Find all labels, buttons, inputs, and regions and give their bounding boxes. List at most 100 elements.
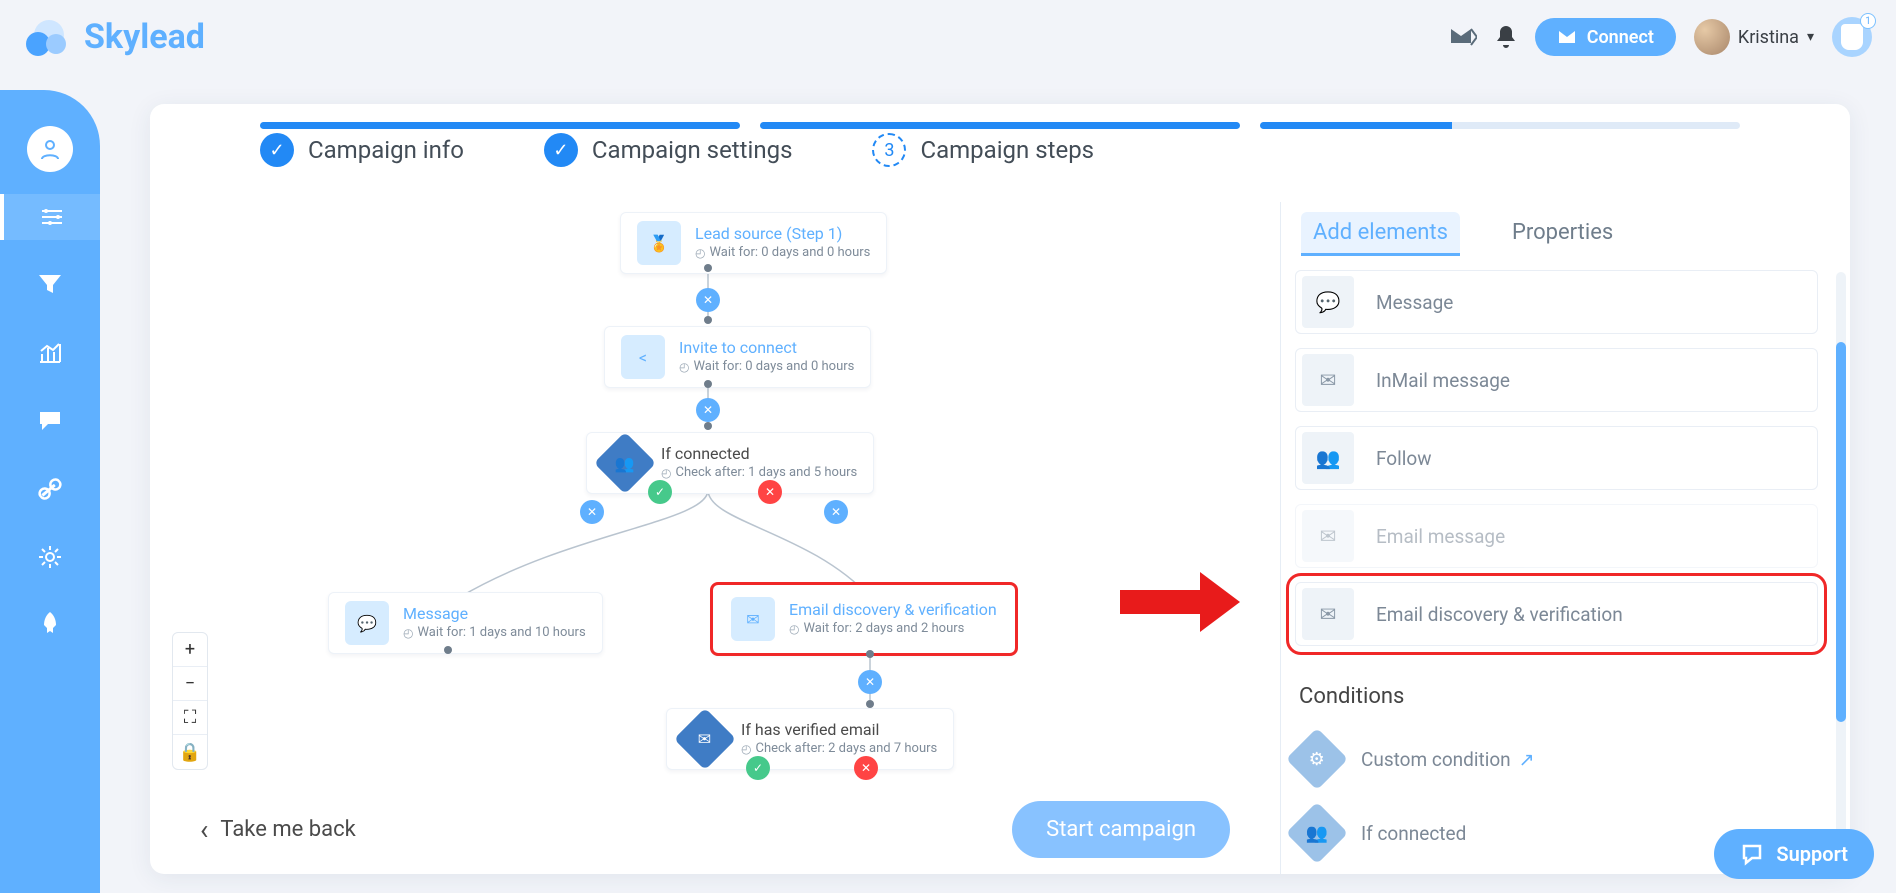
element-label: Email discovery & verification <box>1376 603 1623 626</box>
discover-icon: ✉ <box>1302 588 1354 640</box>
element-label: Email message <box>1376 525 1505 548</box>
sidebar-item-profile[interactable] <box>27 126 73 172</box>
check-icon: ✓ <box>260 133 294 167</box>
back-label: Take me back <box>220 817 355 842</box>
sidebar-item-filter[interactable] <box>27 262 73 308</box>
condition-custom[interactable]: ⚙ Custom condition ↗ <box>1295 729 1818 789</box>
connector-dot <box>444 646 452 654</box>
element-label: Follow <box>1376 447 1432 470</box>
sidebar-item-links[interactable] <box>27 466 73 512</box>
element-follow[interactable]: 👥 Follow <box>1295 426 1818 490</box>
message-icon: 💬 <box>345 601 389 645</box>
tab-add-elements[interactable]: Add elements <box>1301 212 1460 256</box>
zoom-in-button[interactable]: + <box>173 633 207 667</box>
brand-name: Skylead <box>84 17 205 57</box>
fit-screen-button[interactable]: ⛶ <box>173 701 207 735</box>
notifications-icon[interactable] <box>1495 24 1517 50</box>
node-lead-source[interactable]: 🏅 Lead source (Step 1) Wait for: 0 days … <box>620 212 887 274</box>
node-title: If has verified email <box>741 720 937 741</box>
brand-logo[interactable]: Skylead <box>24 14 205 60</box>
node-if-connected[interactable]: 👥 If connected Check after: 1 days and 5… <box>586 432 874 494</box>
remove-connector-button[interactable]: ✕ <box>858 670 882 694</box>
connector-dot <box>704 264 712 272</box>
connector-dot <box>866 650 874 658</box>
element-inmail[interactable]: ✉ InMail message <box>1295 348 1818 412</box>
no-branch-icon: ✕ <box>854 756 878 780</box>
yes-branch-icon: ✓ <box>648 480 672 504</box>
node-message[interactable]: 💬 Message Wait for: 1 days and 10 hours <box>328 592 603 654</box>
element-message[interactable]: 💬 Message <box>1295 270 1818 334</box>
node-subtitle: Check after: 2 days and 7 hours <box>741 741 937 758</box>
follow-icon: 👥 <box>1302 432 1354 484</box>
canvas-zoom-controls: + − ⛶ 🔒 <box>172 632 208 770</box>
connector-dot <box>704 316 712 324</box>
support-button[interactable]: Support <box>1714 829 1874 879</box>
elements-panel: Add elements Properties 💬 Message ✉ InMa… <box>1280 202 1850 874</box>
connector-dot <box>704 422 712 430</box>
no-branch-icon: ✕ <box>758 480 782 504</box>
node-title: Email discovery & verification <box>789 600 997 621</box>
people-icon: 👥 <box>1286 802 1348 864</box>
sidebar-item-launch[interactable] <box>27 602 73 648</box>
sidebar-item-chat[interactable] <box>27 398 73 444</box>
bar-1 <box>260 122 740 129</box>
sidebar-item-settings[interactable] <box>0 194 100 240</box>
chevron-left-icon: ‹ <box>200 813 208 846</box>
remove-connector-button[interactable]: ✕ <box>580 500 604 524</box>
node-invite-to-connect[interactable]: < Invite to connect Wait for: 0 days and… <box>604 326 871 388</box>
app-header: Skylead Connect Kristina ▾ 1 <box>0 0 1896 74</box>
sidebar-item-config[interactable] <box>27 534 73 580</box>
progress-bars <box>150 104 1850 133</box>
send-mail-icon[interactable] <box>1449 26 1477 48</box>
callout-arrow-icon <box>1120 572 1240 632</box>
remove-connector-button[interactable]: ✕ <box>824 500 848 524</box>
node-email-discovery[interactable]: ✉ Email discovery & verification Wait fo… <box>712 584 1016 654</box>
step-label: Campaign steps <box>920 136 1094 164</box>
bar-2 <box>760 122 1240 129</box>
account-badge[interactable]: 1 <box>1832 17 1872 57</box>
user-menu[interactable]: Kristina ▾ <box>1694 19 1814 55</box>
element-email-discovery[interactable]: ✉ Email discovery & verification <box>1295 582 1818 646</box>
connect-button[interactable]: Connect <box>1535 18 1676 56</box>
node-title: If connected <box>661 444 857 465</box>
tab-properties[interactable]: Properties <box>1500 212 1625 256</box>
external-link-icon[interactable]: ↗ <box>1519 748 1535 771</box>
step-label: Campaign info <box>308 136 464 164</box>
element-label: Message <box>1376 291 1453 314</box>
node-if-verified-email[interactable]: ✉ If has verified email Check after: 2 d… <box>666 708 954 770</box>
remove-connector-button[interactable]: ✕ <box>696 288 720 312</box>
node-subtitle: Wait for: 2 days and 2 hours <box>789 621 997 638</box>
lock-canvas-button[interactable]: 🔒 <box>173 735 207 769</box>
inmail-icon: ✉ <box>1302 354 1354 406</box>
step-campaign-info[interactable]: ✓ Campaign info <box>260 133 464 167</box>
envelope-icon <box>1557 29 1577 45</box>
node-subtitle: Check after: 1 days and 5 hours <box>661 465 857 482</box>
step-label: Campaign settings <box>592 136 793 164</box>
panel-scrollbar-thumb[interactable] <box>1836 342 1846 722</box>
element-label: InMail message <box>1376 369 1510 392</box>
check-icon: ✓ <box>544 133 578 167</box>
step-number: 3 <box>872 133 906 167</box>
node-title: Invite to connect <box>679 338 854 359</box>
element-email-message[interactable]: ✉ Email message <box>1295 504 1818 568</box>
connector-dot <box>866 700 874 708</box>
zoom-out-button[interactable]: − <box>173 667 207 701</box>
user-name: Kristina <box>1738 27 1799 48</box>
decision-icon: 👥 <box>594 432 656 494</box>
step-campaign-steps[interactable]: 3 Campaign steps <box>872 133 1094 167</box>
sidebar-item-analytics[interactable] <box>27 330 73 376</box>
node-title: Lead source (Step 1) <box>695 224 870 245</box>
wizard-footer: ‹ Take me back Start campaign <box>150 784 1280 874</box>
flow-canvas[interactable]: 🏅 Lead source (Step 1) Wait for: 0 days … <box>150 202 1280 874</box>
main-card: ✓ Campaign info ✓ Campaign settings 3 Ca… <box>150 104 1850 874</box>
node-title: Message <box>403 604 586 625</box>
connect-label: Connect <box>1587 27 1654 48</box>
conditions-heading: Conditions <box>1299 684 1814 709</box>
share-icon: < <box>621 335 665 379</box>
back-button[interactable]: ‹ Take me back <box>200 813 356 846</box>
message-icon: 💬 <box>1302 276 1354 328</box>
start-campaign-button[interactable]: Start campaign <box>1012 801 1230 858</box>
remove-connector-button[interactable]: ✕ <box>696 398 720 422</box>
avatar <box>1694 19 1730 55</box>
step-campaign-settings[interactable]: ✓ Campaign settings <box>544 133 793 167</box>
